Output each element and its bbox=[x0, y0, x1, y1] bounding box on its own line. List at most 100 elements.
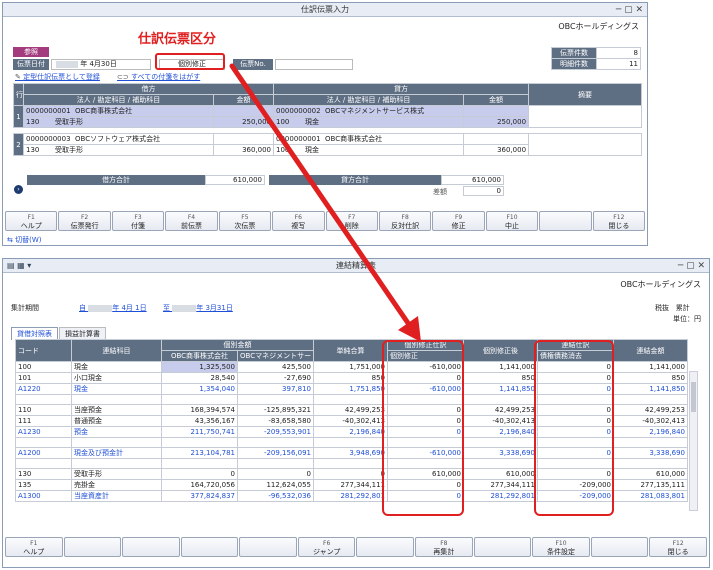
cell-code bbox=[15, 458, 72, 469]
cell-cons: 0 bbox=[537, 372, 614, 384]
denpyo-no-field[interactable] bbox=[275, 59, 353, 70]
f12-close-button[interactable]: F12 閉じる bbox=[649, 537, 707, 557]
f11-empty-button[interactable] bbox=[539, 211, 592, 231]
cell-code bbox=[15, 394, 72, 405]
f5-empty-button[interactable] bbox=[239, 537, 297, 557]
cell-acc: 現金 bbox=[71, 361, 162, 373]
f4-empty-button[interactable] bbox=[180, 537, 239, 557]
f6-copy-button[interactable]: F6 複写 bbox=[272, 211, 325, 231]
table-row[interactable] bbox=[15, 437, 688, 448]
cell-acc: 当座預金 bbox=[71, 404, 162, 416]
table-row[interactable]: 135 売掛金 164,720,056 112,624,055 277,344,111 0… bbox=[15, 479, 688, 491]
memo-cell[interactable] bbox=[528, 105, 643, 128]
cell-cons: 0 bbox=[537, 361, 614, 373]
col-adj-sub: 個別修正 bbox=[387, 350, 464, 362]
f8-recalc-button[interactable]: F8 再集計 bbox=[415, 537, 473, 557]
cell-sum: 277,344,111 bbox=[313, 479, 388, 491]
cell-c2: -27,690 bbox=[237, 372, 314, 384]
f7-empty-button[interactable] bbox=[356, 537, 415, 557]
f8-reverse-button[interactable]: F8 反対仕訳 bbox=[378, 211, 432, 231]
bottom-fkey-bar: F1 ヘルプ F6 ジャンプ F8 再集計 F10 条件設定 F12 閉じる bbox=[3, 537, 709, 557]
count-label: 伝票件数 bbox=[551, 47, 597, 59]
col-account: 連結科目 bbox=[71, 339, 162, 362]
f9-empty-button[interactable] bbox=[473, 537, 532, 557]
cell-c2: 112,624,055 bbox=[237, 479, 314, 491]
f12-close-button[interactable]: F12 閉じる bbox=[592, 211, 646, 231]
table-row[interactable]: A1230 預金 211,750,741 -209,553,901 2,196,840 0… bbox=[15, 426, 688, 438]
app-icons[interactable]: ▤ ▦ ▾ bbox=[7, 259, 31, 273]
cell-acc: 売掛金 bbox=[71, 479, 162, 491]
table-row[interactable]: A1220 現金 1,354,040 397,810 1,751,850 -610,000… bbox=[15, 383, 688, 395]
f3-empty-button[interactable] bbox=[122, 537, 180, 557]
date-field[interactable]: 年 4月30日 bbox=[51, 59, 151, 70]
f3-note-button[interactable]: F3 付箋 bbox=[111, 211, 165, 231]
cell-total: 281,083,801 bbox=[613, 490, 688, 502]
ref-button[interactable]: 参照 bbox=[13, 47, 49, 57]
journal-entry-title: 仕訳伝票入力 bbox=[301, 5, 349, 14]
cell-after: 277,344,111 bbox=[463, 479, 538, 491]
cell-code: A1230 bbox=[15, 426, 72, 438]
f10-cancel-button[interactable]: F10 中止 bbox=[485, 211, 539, 231]
col-row: 行 bbox=[13, 83, 24, 106]
cell-c1 bbox=[161, 437, 238, 448]
period-from[interactable]: 自 年 4月 1日 bbox=[79, 303, 147, 313]
table-row[interactable]: 2 0000000003 OBCソフトウェア株式会社 0000000001 OB… bbox=[13, 133, 643, 156]
memo-cell[interactable] bbox=[528, 133, 643, 156]
window-controls[interactable]: ─ ▢ ✕ bbox=[616, 3, 643, 17]
register-template-link[interactable]: ✎ 定型仕訳伝票として登録 bbox=[15, 72, 100, 82]
f6-jump-button[interactable]: F6 ジャンプ bbox=[297, 537, 356, 557]
window-controls[interactable]: ─ ▢ ✕ bbox=[678, 259, 705, 273]
f7-delete-button[interactable]: F7 削除 bbox=[325, 211, 378, 231]
kubun-field[interactable]: 個別修正 bbox=[159, 59, 225, 70]
col-credit-sub: 法人 / 勘定科目 / 補助科目 bbox=[273, 94, 465, 106]
cell-cons: 0 bbox=[537, 468, 614, 480]
table-row[interactable]: 1 0000000001 OBC商事株式会社 0000000002 OBCマネジ… bbox=[13, 105, 643, 128]
nav-circle-icon[interactable]: › bbox=[14, 185, 23, 194]
table-row[interactable] bbox=[15, 394, 688, 405]
period-to[interactable]: 至 年 3月31日 bbox=[163, 303, 233, 313]
table-row[interactable]: A1300 当座資産計 377,824,837 -96,532,036 281,292,… bbox=[15, 490, 688, 502]
f1-help-button[interactable]: F1 ヘルプ bbox=[5, 537, 63, 557]
col-corp2: OBCマネジメントサー bbox=[237, 350, 314, 362]
cell-cons: -209,000 bbox=[537, 479, 614, 491]
cell-code: 110 bbox=[15, 404, 72, 416]
f10-condition-button[interactable]: F10 条件設定 bbox=[532, 537, 590, 557]
cell-sum bbox=[313, 437, 388, 448]
f5-next-button[interactable]: F5 次伝票 bbox=[218, 211, 272, 231]
company-name: OBCホールディングス bbox=[620, 280, 701, 289]
cell-cons: 0 bbox=[537, 383, 614, 395]
cell-acc: 現金及び預金計 bbox=[71, 447, 162, 459]
table-row[interactable]: 111 普通預金 43,356,167 -83,658,580 -40,302,413 0… bbox=[15, 415, 688, 427]
table-row[interactable]: 110 当座預金 168,394,574 -125,895,321 42,499,253… bbox=[15, 404, 688, 416]
table-row[interactable]: 101 小口現金 28,540 -27,690 850 0 850 0 850 bbox=[15, 372, 688, 384]
cell-sum: 850 bbox=[313, 372, 388, 384]
cell-cons bbox=[537, 458, 614, 469]
table-row[interactable]: A1200 現金及び預金計 213,104,781 -209,156,091 3,948… bbox=[15, 447, 688, 459]
debit-account: 130 受取手形 bbox=[23, 116, 214, 128]
cell-cons bbox=[537, 437, 614, 448]
f1-help-button[interactable]: F1 ヘルプ bbox=[5, 211, 58, 231]
f2-print-button[interactable]: F2 伝票発行 bbox=[58, 211, 111, 231]
f9-edit-button[interactable]: F9 修正 bbox=[432, 211, 485, 231]
f11-empty-button[interactable] bbox=[590, 537, 649, 557]
cell-code: 101 bbox=[15, 372, 72, 384]
table-row[interactable] bbox=[15, 458, 688, 469]
consolidation-grid: コード 連結科目 個別金額 単純合算 個別修正仕訳 個別修正後 連結仕訳 連結金… bbox=[15, 339, 688, 502]
remove-notes-link[interactable]: ⊂⊃ すべての付箋をはがす bbox=[117, 72, 200, 82]
table-row[interactable]: 130 受取手形 0 0 0 610,000 610,000 0 610,000 bbox=[15, 468, 688, 480]
cell-c1: 164,720,056 bbox=[161, 479, 238, 491]
f2-empty-button[interactable] bbox=[63, 537, 122, 557]
f4-prev-button[interactable]: F4 前伝票 bbox=[165, 211, 218, 231]
cell-after: 281,292,801 bbox=[463, 490, 538, 502]
row-no: 1 bbox=[13, 105, 24, 128]
cell-adj bbox=[387, 458, 464, 469]
switch-button[interactable]: ⇆ 切替(W) bbox=[7, 235, 41, 245]
consolidation-window: ▤ ▦ ▾ 連結精算表 ─ ▢ ✕ OBCホールディングス 集計期間 自 年 4… bbox=[2, 258, 710, 568]
cell-sum: 3,948,690 bbox=[313, 447, 388, 459]
count-label: 明細件数 bbox=[551, 58, 597, 70]
period-label: 集計期間 bbox=[11, 304, 39, 312]
scroll-thumb[interactable] bbox=[691, 382, 696, 412]
cell-adj: 0 bbox=[387, 426, 464, 438]
table-row[interactable]: 100 現金 1,325,500 425,500 1,751,000 -610,000 1,… bbox=[15, 361, 688, 373]
scrollbar[interactable] bbox=[689, 371, 698, 511]
